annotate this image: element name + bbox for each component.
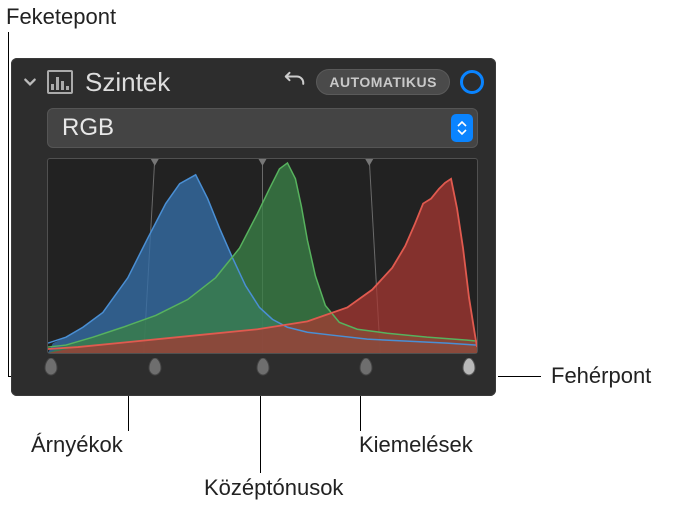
channel-select[interactable]: RGB xyxy=(47,108,478,148)
popup-arrows-icon xyxy=(451,114,473,142)
histogram-graphic xyxy=(48,159,477,353)
callout-line xyxy=(499,376,541,377)
callout-shadows-label: Árnyékok xyxy=(31,432,123,458)
shadows-handle[interactable] xyxy=(148,358,162,376)
histogram xyxy=(47,158,478,354)
blackpoint-handle[interactable] xyxy=(44,358,58,376)
levels-icon xyxy=(47,70,73,94)
channel-value: RGB xyxy=(62,114,114,142)
callout-highlights-label: Kiemelések xyxy=(359,432,473,458)
whitepoint-handle[interactable] xyxy=(462,358,476,376)
auto-button[interactable]: AUTOMATIKUS xyxy=(316,69,450,95)
callout-line xyxy=(498,376,499,377)
enable-toggle[interactable] xyxy=(460,70,484,94)
callout-midtones-label: Középtónusok xyxy=(204,475,343,501)
callout-line xyxy=(260,395,261,473)
undo-icon[interactable] xyxy=(284,71,306,93)
panel-header: Szintek AUTOMATIKUS xyxy=(11,58,496,106)
callout-line xyxy=(128,395,129,431)
callout-blackpoint-label: Feketepont xyxy=(6,4,116,30)
callout-whitepoint-label: Fehérpont xyxy=(551,363,651,389)
disclosure-chevron-icon[interactable] xyxy=(23,75,37,89)
callout-line xyxy=(8,32,9,377)
slider-row xyxy=(47,358,478,380)
panel-title: Szintek xyxy=(85,67,170,98)
midtones-handle[interactable] xyxy=(256,358,270,376)
highlights-handle[interactable] xyxy=(359,358,373,376)
callout-line xyxy=(360,395,361,431)
levels-panel: Szintek AUTOMATIKUS RGB xyxy=(11,58,496,396)
